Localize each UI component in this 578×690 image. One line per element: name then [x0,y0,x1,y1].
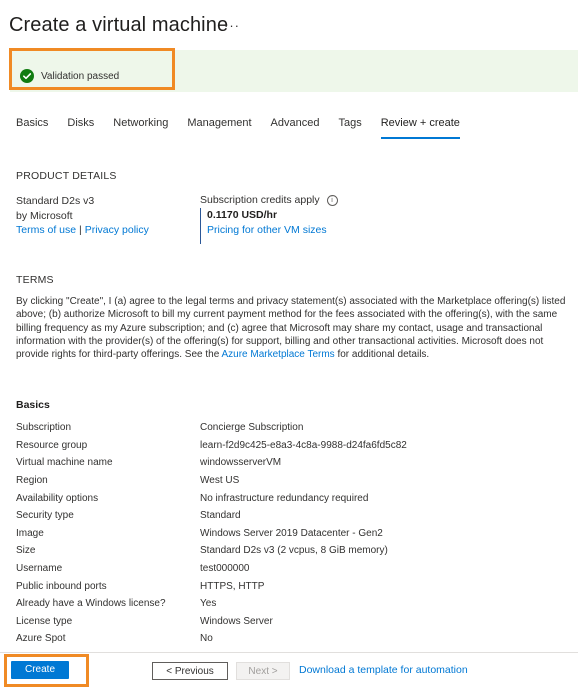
pricing-box: 0.1170 USD/hr Pricing for other VM sizes [200,208,327,244]
row-key: Resource group [16,439,88,451]
product-details-heading: PRODUCT DETAILS [16,170,117,182]
validation-highlight [9,48,175,90]
row-key: Subscription [16,422,72,434]
tab-networking[interactable]: Networking [113,117,168,139]
row-key: Virtual machine name [16,457,113,469]
table-row: Subscription Concierge Subscription [16,419,407,437]
table-row: Virtual machine name windowsserverVM [16,454,407,472]
link-separator: | [79,224,82,236]
row-value: No infrastructure redundancy required [200,492,369,504]
row-key: Already have a Windows license? [16,598,166,610]
table-row: Size Standard D2s v3 (2 vcpus, 8 GiB memo… [16,542,407,560]
row-key: Public inbound ports [16,580,107,592]
terms-heading: TERMS [16,274,54,286]
row-value: learn-f2d9c425-e8a3-4c8a-9988-d24fa6fd5c… [200,439,407,451]
row-value: windowsserverVM [200,457,282,469]
terms-tail: for additional details. [334,349,430,361]
row-key: Azure Spot [16,633,66,645]
table-row: License type Windows Server [16,613,407,631]
tab-review-create[interactable]: Review + create [380,117,460,139]
tab-basics[interactable]: Basics [16,117,48,139]
table-row: Username test000000 [16,560,407,578]
row-key: Size [16,545,36,557]
table-row: Public inbound ports HTTPS, HTTP [16,577,407,595]
tab-tags[interactable]: Tags [338,117,361,139]
page-title: Create a virtual machine [9,14,229,36]
terms-text: By clicking "Create", I (a) agree to the… [16,295,566,361]
create-highlight [4,654,89,687]
row-key: Region [16,475,48,487]
previous-button[interactable]: < Previous [152,662,228,680]
table-row: Already have a Windows license? Yes [16,595,407,613]
pricing-link[interactable]: Pricing for other VM sizes [207,223,327,238]
table-row: Resource group learn-f2d9c425-e8a3-4c8a-9… [16,437,407,455]
basics-heading: Basics [16,399,50,411]
product-name: Standard D2s v3 [16,195,95,207]
row-key: License type [16,615,73,627]
row-value: No [200,633,213,645]
row-value: Yes [200,598,217,610]
row-value: Windows Server [200,615,273,627]
next-button: Next > [236,662,290,680]
row-key: Availability options [16,492,99,504]
more-options-icon[interactable]: ··· [224,18,240,33]
credits-label-row: Subscription credits apply i [200,194,338,206]
row-value: Concierge Subscription [200,422,304,434]
row-key: Security type [16,510,74,522]
row-key: Username [16,563,63,575]
row-value: Standard D2s v3 (2 vcpus, 8 GiB memory) [200,545,388,557]
tab-management[interactable]: Management [187,117,251,139]
tab-advanced[interactable]: Advanced [271,117,320,139]
row-key: Image [16,527,44,539]
table-row: Region West US [16,472,407,490]
basics-table: Subscription Concierge Subscription Resou… [16,419,407,648]
row-value: West US [200,475,240,487]
credits-label: Subscription credits apply [200,194,320,206]
tab-bar: Basics Disks Networking Management Advan… [16,117,479,139]
row-value: Standard [200,510,241,522]
info-icon[interactable]: i [326,195,338,206]
product-publisher: by Microsoft [16,209,73,222]
privacy-policy-link[interactable]: Privacy policy [85,224,149,236]
table-row: Security type Standard [16,507,407,525]
table-row: Azure Spot No [16,630,407,648]
row-value: HTTPS, HTTP [200,580,265,592]
price-value: 0.1170 USD/hr [207,209,278,221]
row-value: test000000 [200,563,250,575]
product-info: Standard D2s v3 by Microsoft Terms of us… [16,194,149,238]
table-row: Image Windows Server 2019 Datacenter - Ge… [16,525,407,543]
download-template-link[interactable]: Download a template for automation [299,664,468,676]
row-value: Windows Server 2019 Datacenter - Gen2 [200,527,383,539]
table-row: Availability options No infrastructure re… [16,489,407,507]
footer-divider [0,652,578,653]
marketplace-terms-link[interactable]: Azure Marketplace Terms [221,349,334,360]
terms-of-use-link[interactable]: Terms of use [16,224,76,236]
tab-disks[interactable]: Disks [67,117,94,139]
